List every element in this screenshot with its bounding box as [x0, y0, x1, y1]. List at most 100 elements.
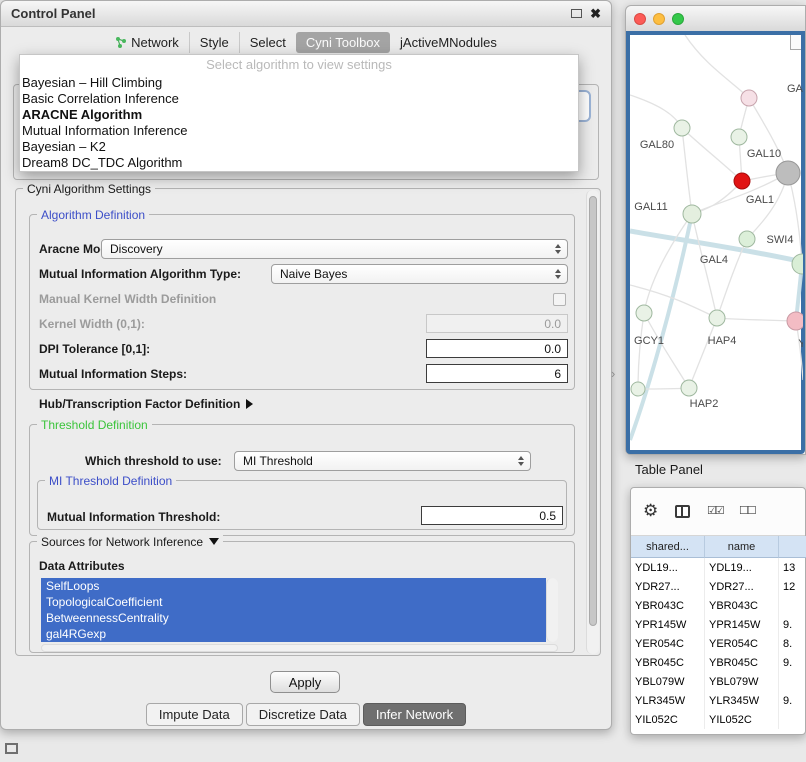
- algorithm-option-selected[interactable]: ARACNE Algorithm: [20, 107, 578, 123]
- tab-select[interactable]: Select: [239, 32, 296, 53]
- birdseye-toggle[interactable]: [790, 35, 801, 50]
- network-canvas[interactable]: GAL80 GAL10 GAL11 GAL1 SWI4 GAL4 GCY1 HA…: [626, 31, 805, 454]
- attribute-list-item[interactable]: BetweennessCentrality: [41, 610, 546, 626]
- cell-name[interactable]: YBR045C: [705, 653, 779, 672]
- panel-collapse-arrow-icon[interactable]: ›: [611, 366, 615, 381]
- node-label: GAL11: [634, 201, 667, 213]
- cell-shared[interactable]: YBR045C: [631, 653, 705, 672]
- settings-scrollbar[interactable]: [586, 190, 599, 654]
- minimize-window-icon[interactable]: [653, 13, 665, 25]
- mi-algorithm-type-select[interactable]: Naive Bayes: [271, 264, 568, 284]
- restore-panel-icon[interactable]: [5, 743, 18, 754]
- which-threshold-select[interactable]: MI Threshold: [234, 451, 531, 471]
- network-node[interactable]: [776, 161, 800, 185]
- network-node[interactable]: [674, 120, 690, 136]
- select-all-rows-icon[interactable]: ☑☑: [707, 504, 723, 517]
- close-icon[interactable]: ✖: [590, 6, 601, 22]
- tab-infer-network[interactable]: Infer Network: [363, 703, 466, 726]
- cell-name[interactable]: YDR27...: [705, 577, 779, 596]
- cell-shared[interactable]: YDR27...: [631, 577, 705, 596]
- cell-value[interactable]: [779, 710, 806, 729]
- cell-name[interactable]: YBR043C: [705, 596, 779, 615]
- tab-network[interactable]: Network: [105, 32, 189, 53]
- cell-name[interactable]: YER054C: [705, 634, 779, 653]
- cell-shared[interactable]: YBL079W: [631, 672, 705, 691]
- cell-name[interactable]: YLR345W: [705, 691, 779, 710]
- cell-shared[interactable]: YIL052C: [631, 710, 705, 729]
- sources-group-title[interactable]: Sources for Network Inference: [37, 535, 223, 549]
- network-window-titlebar[interactable]: [626, 6, 805, 32]
- column-header-partial[interactable]: [779, 536, 806, 558]
- cell-name[interactable]: YPR145W: [705, 615, 779, 634]
- network-node[interactable]: [741, 90, 757, 106]
- algorithm-option[interactable]: Bayesian – K2: [20, 139, 578, 155]
- algorithm-option[interactable]: Dream8 DC_TDC Algorithm: [20, 155, 578, 171]
- network-node[interactable]: [731, 129, 747, 145]
- tab-style[interactable]: Style: [189, 32, 239, 53]
- algorithm-option[interactable]: Basic Correlation Inference: [20, 91, 578, 107]
- mi-threshold-input[interactable]: 0.5: [421, 506, 563, 525]
- tab-cyni-toolbox[interactable]: Cyni Toolbox: [296, 32, 390, 53]
- column-header-name[interactable]: name: [705, 536, 779, 558]
- cell-shared[interactable]: YLR345W: [631, 691, 705, 710]
- gear-icon[interactable]: ⚙: [643, 501, 658, 521]
- desktop: Control Panel ✖ Network Style Select Cyn…: [0, 0, 806, 762]
- network-node[interactable]: [631, 382, 645, 396]
- attribute-list-scrollbar[interactable]: [546, 578, 558, 642]
- settings-scrollbar-thumb[interactable]: [589, 196, 597, 626]
- select-columns-icon[interactable]: [675, 505, 690, 518]
- attribute-list-item[interactable]: TopologicalCoefficient: [41, 594, 546, 610]
- cell-shared[interactable]: YDL19...: [631, 558, 705, 577]
- tab-impute-data[interactable]: Impute Data: [146, 703, 243, 726]
- node-label: GAL1: [746, 194, 774, 206]
- network-node[interactable]: [636, 305, 652, 321]
- cell-value[interactable]: 8.: [779, 634, 806, 653]
- hub-definition-toggle[interactable]: Hub/Transcription Factor Definition: [39, 397, 253, 411]
- cell-shared[interactable]: YPR145W: [631, 615, 705, 634]
- float-window-icon[interactable]: [571, 9, 582, 18]
- mi-threshold-definition-title: MI Threshold Definition: [45, 474, 176, 488]
- cell-name[interactable]: YDL19...: [705, 558, 779, 577]
- algorithm-option[interactable]: Mutual Information Inference: [20, 123, 578, 139]
- network-node[interactable]: [709, 310, 725, 326]
- network-node[interactable]: [683, 205, 701, 223]
- cell-value[interactable]: [779, 672, 806, 691]
- cell-shared[interactable]: YBR043C: [631, 596, 705, 615]
- cell-shared[interactable]: YER054C: [631, 634, 705, 653]
- apply-button[interactable]: Apply: [270, 671, 340, 693]
- column-header-shared[interactable]: shared...: [631, 536, 705, 558]
- cell-value[interactable]: 13: [779, 558, 806, 577]
- mi-steps-input[interactable]: 6: [426, 364, 568, 383]
- network-node[interactable]: [787, 312, 803, 330]
- tab-label: Impute Data: [159, 707, 230, 722]
- aracne-mode-select[interactable]: Discovery: [101, 239, 568, 259]
- cell-value[interactable]: 12: [779, 577, 806, 596]
- cell-value[interactable]: 9.: [779, 615, 806, 634]
- kernel-width-input[interactable]: 0.0: [426, 314, 568, 333]
- network-graph[interactable]: GAL80 GAL10 GAL11 GAL1 SWI4 GAL4 GCY1 HA…: [630, 35, 803, 452]
- cell-name[interactable]: YBL079W: [705, 672, 779, 691]
- dpi-tolerance-label: DPI Tolerance [0,1]:: [39, 342, 150, 356]
- cell-name[interactable]: YIL052C: [705, 710, 779, 729]
- cell-value[interactable]: [779, 596, 806, 615]
- dpi-tolerance-value: 0.0: [544, 342, 561, 356]
- cell-value[interactable]: 9.: [779, 653, 806, 672]
- zoom-window-icon[interactable]: [672, 13, 684, 25]
- mi-steps-label: Mutual Information Steps:: [39, 367, 187, 381]
- network-node[interactable]: [792, 254, 803, 274]
- tab-jactivemnodules[interactable]: jActiveMNodules: [390, 32, 507, 53]
- cell-value[interactable]: 9.: [779, 691, 806, 710]
- dpi-tolerance-input[interactable]: 0.0: [426, 339, 568, 358]
- control-panel-titlebar[interactable]: Control Panel ✖: [1, 1, 611, 27]
- network-node[interactable]: [739, 231, 755, 247]
- manual-kernel-width-checkbox[interactable]: [553, 293, 566, 306]
- attribute-list-item[interactable]: gal4RGexp: [41, 626, 546, 642]
- network-node[interactable]: [681, 380, 697, 396]
- deselect-all-rows-icon[interactable]: ☐☐: [739, 504, 755, 517]
- network-node-gal10[interactable]: [734, 173, 750, 189]
- attribute-list-hscrollbar[interactable]: [41, 644, 558, 652]
- close-window-icon[interactable]: [634, 13, 646, 25]
- algorithm-option[interactable]: Bayesian – Hill Climbing: [20, 75, 578, 91]
- attribute-list-item[interactable]: SelfLoops: [41, 578, 546, 594]
- tab-discretize-data[interactable]: Discretize Data: [246, 703, 360, 726]
